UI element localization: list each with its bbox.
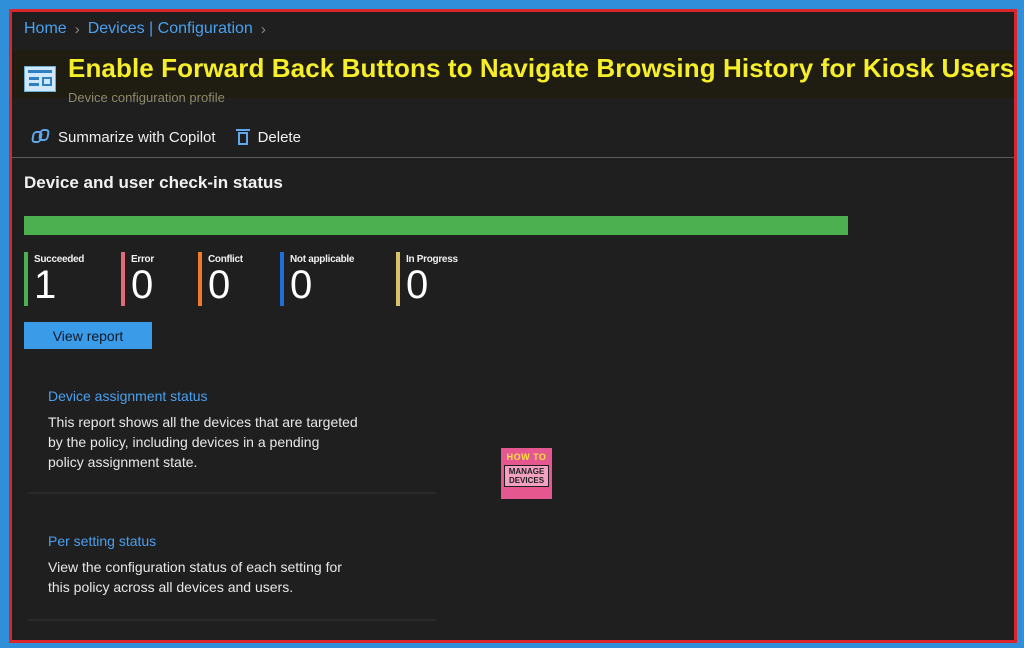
per-setting-status-card: Per setting status View the configuratio… — [28, 533, 436, 621]
command-bar: Summarize with Copilot Delete — [32, 128, 301, 146]
trash-icon — [235, 128, 250, 146]
breadcrumb-home[interactable]: Home — [24, 20, 67, 38]
stat-value: 0 — [290, 263, 313, 307]
stat-not-applicable: Not applicable 0 — [280, 252, 354, 306]
stat-conflict: Conflict 0 — [198, 252, 243, 306]
logo-line-2: MANAGE DEVICES — [504, 465, 549, 487]
section-title: Device and user check-in status — [24, 173, 283, 192]
configuration-profile-icon — [24, 66, 56, 92]
device-assignment-status-link[interactable]: Device assignment status — [48, 388, 208, 404]
delete-button[interactable]: Delete — [235, 128, 301, 146]
page-title: Enable Forward Back Buttons to Navigate … — [68, 53, 1015, 83]
stat-error: Error 0 — [121, 252, 154, 306]
how-to-manage-devices-logo: HOW TO MANAGE DEVICES — [501, 448, 552, 499]
screenshot-frame: Home › Devices | Configuration › Enable … — [9, 9, 1017, 643]
delete-label: Delete — [257, 128, 301, 146]
stat-value: 0 — [406, 263, 429, 307]
progress-fill-succeeded — [24, 216, 848, 235]
toolbar-divider — [12, 157, 1014, 158]
page-subtitle: Device configuration profile — [68, 90, 225, 105]
device-assignment-status-description: This report shows all the devices that a… — [48, 414, 358, 470]
breadcrumb-separator-icon: › — [74, 20, 80, 38]
check-in-progress-bar — [24, 216, 848, 235]
stat-succeeded: Succeeded 1 — [24, 252, 84, 306]
view-report-button[interactable]: View report — [24, 322, 152, 349]
copilot-icon — [32, 129, 50, 145]
stat-in-progress: In Progress 0 — [396, 252, 458, 306]
breadcrumb-devices-configuration[interactable]: Devices | Configuration — [88, 20, 253, 38]
per-setting-status-description: View the configuration status of each se… — [48, 559, 342, 595]
stat-value: 0 — [208, 263, 231, 307]
device-assignment-status-card: Device assignment status This report sho… — [28, 388, 436, 494]
stat-value: 1 — [34, 263, 57, 307]
breadcrumb-separator-icon: › — [260, 20, 266, 38]
summarize-with-copilot-label: Summarize with Copilot — [58, 128, 216, 146]
summarize-with-copilot-button[interactable]: Summarize with Copilot — [32, 129, 216, 146]
stat-value: 0 — [131, 263, 154, 307]
per-setting-status-link[interactable]: Per setting status — [48, 533, 156, 549]
breadcrumb: Home › Devices | Configuration › — [24, 20, 266, 38]
logo-line-1: HOW TO — [506, 452, 547, 462]
